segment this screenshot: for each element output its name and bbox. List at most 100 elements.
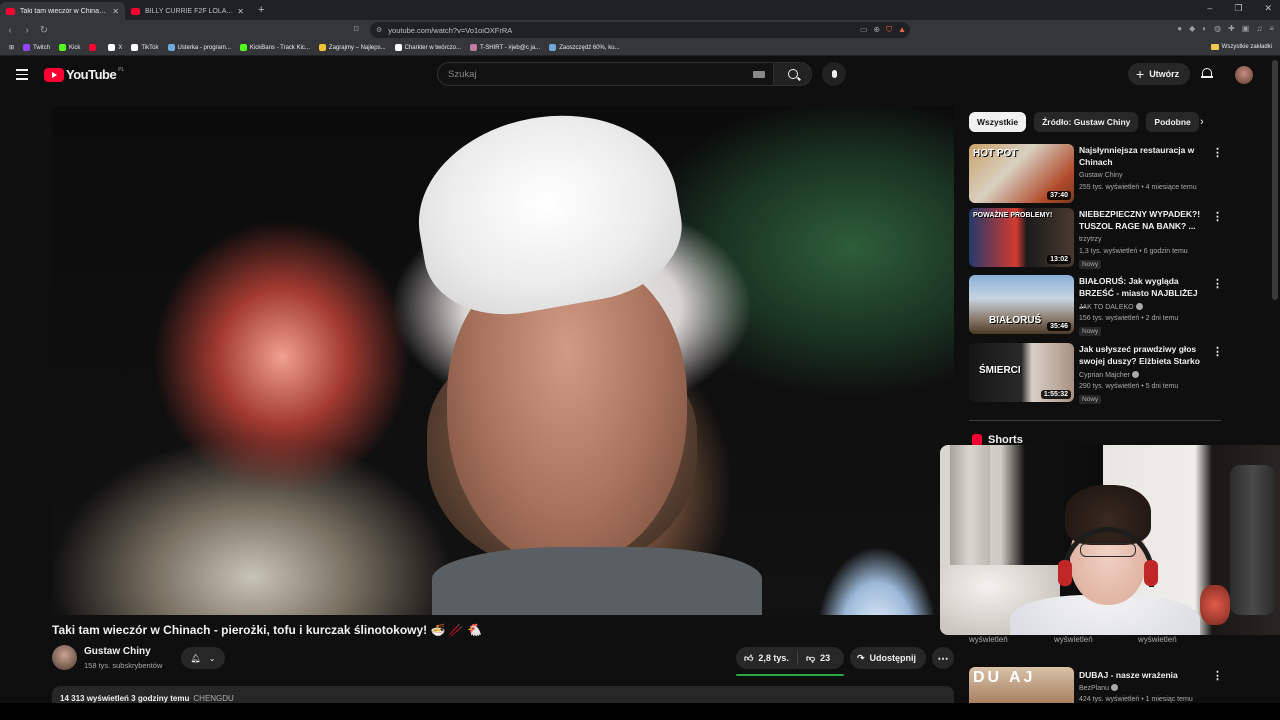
youtube-logo[interactable]: YouTube PL xyxy=(44,67,124,82)
extensions-area: ● ◆ ◐ ◍ ✚ ▣ ♫ ≡ xyxy=(1177,24,1274,33)
more-options-icon[interactable]: ⋮ xyxy=(1212,210,1223,223)
chip-related[interactable]: Podobne xyxy=(1146,112,1199,132)
close-window-button[interactable]: ✕ xyxy=(1264,3,1272,14)
sidebar-icon[interactable]: ▣ xyxy=(1242,24,1250,33)
new-tab-button[interactable]: + xyxy=(258,4,264,16)
apps-icon[interactable]: ⊞ xyxy=(9,44,14,51)
bookmark-tshirt[interactable]: T-SHIRT - #jeb@c ja... xyxy=(469,44,540,51)
bookmark-usterka[interactable]: Usterka - program... xyxy=(167,44,231,51)
video-thumbnail[interactable]: DU AJ xyxy=(969,667,1074,707)
create-button[interactable]: + Utwórz xyxy=(1128,63,1190,85)
recommendation-title[interactable]: Najsłynniejsza restauracja w Chinach xyxy=(1079,144,1204,168)
bookmark-youtube[interactable] xyxy=(89,44,99,51)
chip-from-channel[interactable]: Źródło: Gustaw Chiny xyxy=(1034,112,1139,132)
close-tab-icon[interactable]: ✕ xyxy=(237,7,244,16)
media-icon[interactable]: ♫ xyxy=(1256,24,1262,33)
more-actions-button[interactable]: ⋯ xyxy=(932,647,954,669)
share-button[interactable]: ↷ Udostępnij xyxy=(850,647,926,669)
browser-tab-youtube[interactable]: Taki tam wieczór w Chinach - ✕ xyxy=(0,2,125,20)
thumbs-down-icon: 👎︎ xyxy=(806,652,816,663)
bookmark-kick[interactable]: Kick xyxy=(59,44,80,51)
video-thumbnail[interactable]: HOT POT 37:40 xyxy=(969,144,1074,203)
extension-icon[interactable]: ◍ xyxy=(1214,24,1221,33)
video-player[interactable] xyxy=(52,107,954,615)
search-button[interactable] xyxy=(774,62,812,86)
bookmark-icon[interactable]: ⌑ xyxy=(354,24,359,35)
address-bar[interactable]: ⚙ youtube.com/watch?v=Vo1oiOXFrRA ▭ ⊕ ⛉ … xyxy=(370,22,910,38)
site-info-icon[interactable]: ⚙ xyxy=(376,26,382,34)
recommendation-title[interactable]: NIEBEZPIECZNY WYPADEK?! TUSZOL RAGE NA B… xyxy=(1079,208,1204,232)
recommendation-channel[interactable]: BezPlanu xyxy=(1079,684,1118,692)
hashtag[interactable]: CHENGDU xyxy=(193,694,233,703)
like-button[interactable]: 👍︎ 2,8 tys. xyxy=(736,651,798,665)
keyboard-icon[interactable] xyxy=(753,71,765,78)
recommendation-item[interactable]: ŚMIERCI 1:55:32 Jak usłyszeć prawdziwy g… xyxy=(969,343,1269,404)
recommendation-item[interactable]: BIAŁORUŚ 35:46 BIAŁORUŚ: Jak wygląda BRZ… xyxy=(969,275,1269,336)
recommendation-channel[interactable]: Cyprian Majcher xyxy=(1079,371,1139,379)
chip-all[interactable]: Wszystkie xyxy=(969,112,1027,132)
subscription-notifications-button[interactable]: 🔔︎ ⌄ xyxy=(181,647,225,669)
bell-icon: 🔔︎ xyxy=(190,653,201,663)
close-tab-icon[interactable]: ✕ xyxy=(112,7,119,16)
maximize-button[interactable]: ❐ xyxy=(1234,3,1242,14)
account-avatar[interactable] xyxy=(1235,66,1253,84)
recommendation-item[interactable]: HOT POT 37:40 Najsłynniejsza restauracja… xyxy=(969,144,1269,204)
bookmark-label: KickBans - Track Kic... xyxy=(249,44,310,51)
webcam-jacket xyxy=(1230,465,1275,615)
youtube-icon xyxy=(89,44,97,51)
recommendation-channel[interactable]: Gustaw Chiny xyxy=(1079,172,1123,179)
bookmark-zagrajmy[interactable]: Zagrajmy – Najleps... xyxy=(318,44,386,51)
chevron-right-icon[interactable]: › xyxy=(1200,116,1204,128)
video-duration: 37:40 xyxy=(1047,191,1071,200)
video-thumbnail[interactable]: POWAŻNE PROBLEMY! 13:02 xyxy=(969,208,1074,267)
extension-icon[interactable]: ◆ xyxy=(1189,24,1195,33)
hamburger-menu-icon[interactable] xyxy=(16,69,28,83)
menu-icon[interactable]: ≡ xyxy=(1269,24,1274,33)
dislike-button[interactable]: 👎︎ 23 xyxy=(798,653,830,664)
bookmark-zaoszczedz[interactable]: Zaoszczędź 60%, ku... xyxy=(549,44,620,51)
channel-name[interactable]: Gustaw Chiny xyxy=(84,646,151,657)
video-thumbnail[interactable]: BIAŁORUŚ 35:46 xyxy=(969,275,1074,334)
bookmark-twitch[interactable]: Twitch xyxy=(23,44,50,51)
back-arrow-icon[interactable]: ‹ xyxy=(3,25,17,36)
brave-shield-icon[interactable]: ⛉ xyxy=(886,25,892,35)
zoom-icon[interactable]: ⊕ xyxy=(873,25,880,35)
puzzle-icon[interactable]: ✚ xyxy=(1228,24,1235,33)
more-options-icon[interactable]: ⋮ xyxy=(1212,669,1223,682)
recommendation-title[interactable]: DUBAJ - nasze wrażenia xyxy=(1079,670,1178,680)
bookmark-tiktok[interactable]: TikTok xyxy=(131,44,159,51)
webcam-person xyxy=(1010,485,1200,635)
rewards-icon[interactable]: ▲ xyxy=(898,25,906,35)
notifications-bell-icon[interactable] xyxy=(1201,68,1213,80)
share-label: Udostępnij xyxy=(869,653,917,663)
recommendation-title[interactable]: Jak usłyszeć prawdziwy głos swojej duszy… xyxy=(1079,343,1204,367)
channel-avatar[interactable] xyxy=(52,645,77,670)
extension-icon[interactable]: ◐ xyxy=(1202,24,1207,33)
search-input[interactable]: Szukaj xyxy=(437,62,774,86)
more-options-icon[interactable]: ⋮ xyxy=(1212,277,1223,290)
minimize-button[interactable]: – xyxy=(1207,3,1212,14)
bookmark-charkter[interactable]: Charkter w twórczo... xyxy=(394,44,461,51)
forward-arrow-icon[interactable]: › xyxy=(20,25,34,36)
browser-tab-facebook[interactable]: BILLY CURRIE F2F LOLA VOSS | FACE ✕ xyxy=(125,2,250,20)
more-options-icon[interactable]: ⋮ xyxy=(1212,345,1223,358)
video-thumbnail[interactable]: ŚMIERCI 1:55:32 xyxy=(969,343,1074,402)
cast-icon[interactable]: ▭ xyxy=(860,25,868,35)
voice-search-button[interactable] xyxy=(822,62,846,86)
all-bookmarks-button[interactable]: Wszystkie zakładki xyxy=(1210,44,1272,50)
more-options-icon[interactable]: ⋮ xyxy=(1212,146,1223,159)
share-icon: ↷ xyxy=(857,652,865,663)
recommendation-item[interactable]: POWAŻNE PROBLEMY! 13:02 NIEBEZPIECZNY WY… xyxy=(969,208,1269,269)
new-badge: Nowy xyxy=(1079,260,1102,269)
page-scrollbar[interactable] xyxy=(1272,60,1278,300)
bookmark-kickbans[interactable]: KickBans - Track Kic... xyxy=(239,44,310,51)
bookmark-x[interactable]: X xyxy=(108,44,122,51)
like-ratio-bar xyxy=(736,674,844,676)
reload-icon[interactable]: ↻ xyxy=(37,25,51,36)
recommendation-channel[interactable]: trzytrzy xyxy=(1079,236,1102,243)
chevron-down-icon: ⌄ xyxy=(208,653,216,663)
new-badge: Nowy xyxy=(1079,327,1102,336)
verified-icon xyxy=(1131,371,1139,378)
extension-icon[interactable]: ● xyxy=(1177,24,1182,33)
recommendation-channel[interactable]: JAK TO DALEKO xyxy=(1079,303,1143,311)
